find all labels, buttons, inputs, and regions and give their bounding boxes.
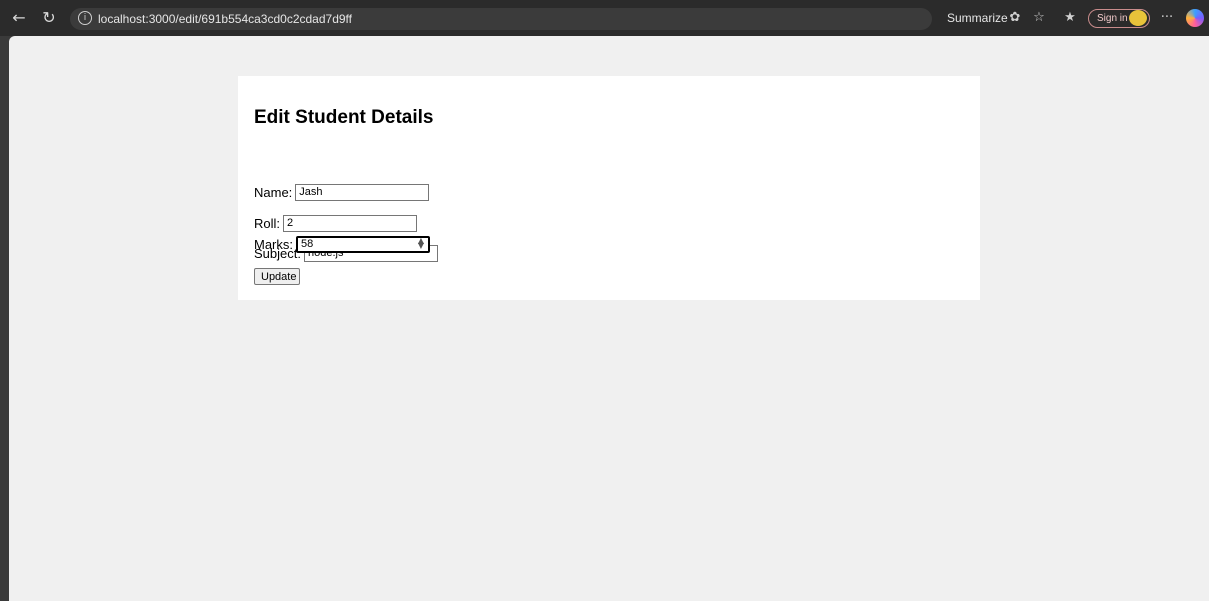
marks-input-wrapper: 58 ▲ ▼	[296, 236, 430, 253]
browser-toolbar: ← ↻ i localhost:3000/edit/691b554ca3cd0c…	[0, 0, 1209, 36]
sign-in-label: Sign in	[1097, 13, 1128, 24]
back-arrow-icon[interactable]: ←	[10, 9, 28, 27]
marks-field-row: Marks: 58 ▲ ▼	[254, 236, 430, 253]
update-button[interactable]: Update	[254, 268, 300, 285]
url-text: localhost:3000/edit/691b554ca3cd0c2cdad7…	[98, 12, 352, 26]
address-bar[interactable]: i localhost:3000/edit/691b554ca3cd0c2cda…	[70, 8, 932, 30]
summarize-button[interactable]: Summarize	[947, 11, 1008, 25]
more-menu-icon[interactable]: ···	[1159, 10, 1175, 26]
summarize-icon[interactable]: ✿	[1007, 10, 1023, 26]
refresh-icon[interactable]: ↻	[40, 9, 58, 27]
marks-label: Marks:	[254, 237, 293, 252]
number-spinner-icon[interactable]: ▲ ▼	[418, 237, 424, 250]
favorites-list-icon[interactable]: ★	[1062, 10, 1078, 26]
favorite-star-icon[interactable]: ☆	[1031, 10, 1047, 26]
copilot-icon[interactable]	[1186, 9, 1204, 27]
form-overlay: Marks: 58 ▲ ▼ Update	[238, 76, 980, 300]
marks-input[interactable]: 58	[296, 236, 430, 253]
profile-avatar[interactable]	[1129, 10, 1147, 26]
info-icon[interactable]: i	[78, 11, 92, 25]
